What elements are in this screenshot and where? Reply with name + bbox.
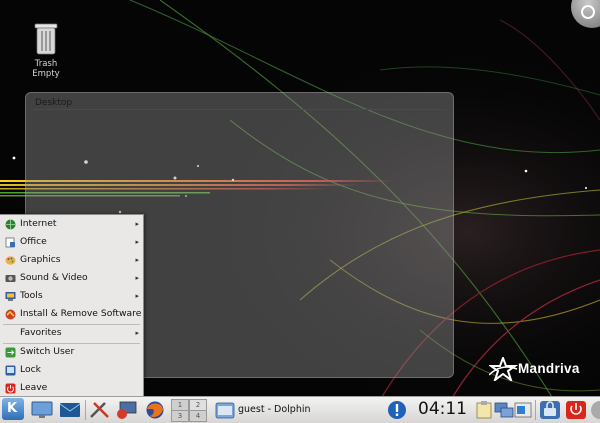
- menu-item-label: Lock: [20, 364, 41, 375]
- folderview-divider: [33, 109, 446, 110]
- menu-item-switch-user[interactable]: Switch User: [0, 343, 143, 361]
- menu-item-label: Switch User: [20, 346, 75, 357]
- folderview-title: Desktop: [35, 98, 73, 108]
- submenu-arrow-icon: ▸: [135, 256, 139, 264]
- submenu-arrow-icon: ▸: [135, 238, 139, 246]
- computer-icon[interactable]: [30, 400, 54, 420]
- globe-icon: [5, 219, 16, 230]
- menu-item-label: Sound & Video: [20, 272, 88, 283]
- taskbar-task-dolphin[interactable]: guest - Dolphin: [213, 399, 381, 421]
- multimedia-icon: [5, 275, 16, 282]
- menu-item-label: Leave: [20, 382, 48, 393]
- palette-icon: [5, 256, 16, 265]
- submenu-arrow-icon: ▸: [135, 220, 139, 228]
- menu-item-label: Internet: [20, 218, 57, 229]
- trash-icon: [34, 23, 58, 55]
- notification-icon[interactable]: [385, 400, 409, 420]
- taskbar-panel: K 1 2 3 4 guest - Dolphin 04:11: [0, 396, 600, 423]
- kde-logo-icon: K: [7, 401, 18, 416]
- menu-item-label: Favorites: [20, 327, 62, 338]
- firefox-icon[interactable]: [143, 400, 167, 420]
- menu-item-label: Install & Remove Software: [20, 308, 142, 319]
- application-menu: Internet ▸ Office ▸ Graphics ▸ Sound & V…: [0, 214, 144, 397]
- submenu-arrow-icon: ▸: [135, 274, 139, 282]
- menu-item-install-remove-software[interactable]: Install & Remove Software: [0, 305, 143, 323]
- menu-item-tools[interactable]: Tools ▸: [0, 287, 143, 305]
- menu-item-label: Office: [20, 236, 47, 247]
- lock-screen-icon[interactable]: [539, 400, 561, 420]
- cashew-icon: [581, 5, 595, 19]
- tools-config-icon[interactable]: [88, 400, 112, 420]
- menu-item-lock[interactable]: Lock: [0, 361, 143, 379]
- mail-icon[interactable]: [58, 400, 82, 420]
- control-center-icon[interactable]: [115, 400, 139, 420]
- dolphin-folder-icon: [215, 402, 235, 419]
- digital-clock[interactable]: 04:11: [418, 399, 467, 419]
- clipboard-icon[interactable]: [474, 400, 494, 420]
- lock-icon: [5, 365, 16, 376]
- menu-item-favorites[interactable]: Favorites ▸: [0, 324, 143, 342]
- desktop-3-button[interactable]: 3: [171, 410, 189, 422]
- tools-icon: [5, 292, 16, 301]
- desktop-4-button[interactable]: 4: [189, 410, 207, 422]
- mandriva-star-icon: [489, 357, 519, 381]
- menu-item-leave[interactable]: Leave: [0, 379, 143, 397]
- menu-item-label: Tools: [20, 290, 43, 301]
- kickoff-launcher-button[interactable]: K: [2, 398, 24, 420]
- menu-item-label: Graphics: [20, 254, 61, 265]
- task-label: guest - Dolphin: [238, 404, 311, 415]
- submenu-arrow-icon: ▸: [135, 329, 139, 337]
- leave-power-icon[interactable]: [565, 400, 587, 420]
- virtual-desktop-pager: 1 2 3 4: [171, 399, 207, 422]
- switch-user-icon: [5, 347, 16, 358]
- office-icon: [5, 237, 15, 248]
- menu-item-internet[interactable]: Internet ▸: [0, 215, 143, 233]
- panel-divider: [535, 400, 536, 420]
- mandriva-wordmark: Mandriva: [518, 361, 580, 376]
- network-icon[interactable]: [494, 400, 514, 420]
- package-icon: [5, 309, 16, 320]
- panel-toolbox-icon[interactable]: [589, 400, 600, 420]
- power-icon: [5, 383, 16, 394]
- updates-icon[interactable]: [513, 400, 533, 420]
- panel-divider: [85, 400, 86, 420]
- menu-item-office[interactable]: Office ▸: [0, 233, 143, 251]
- trash-status-label: Empty: [32, 69, 60, 79]
- menu-item-sound-video[interactable]: Sound & Video ▸: [0, 269, 143, 287]
- trash-label: Trash: [34, 59, 58, 69]
- trash-desktop-item[interactable]: Trash Empty: [22, 20, 70, 79]
- menu-item-graphics[interactable]: Graphics ▸: [0, 251, 143, 269]
- submenu-arrow-icon: ▸: [135, 292, 139, 300]
